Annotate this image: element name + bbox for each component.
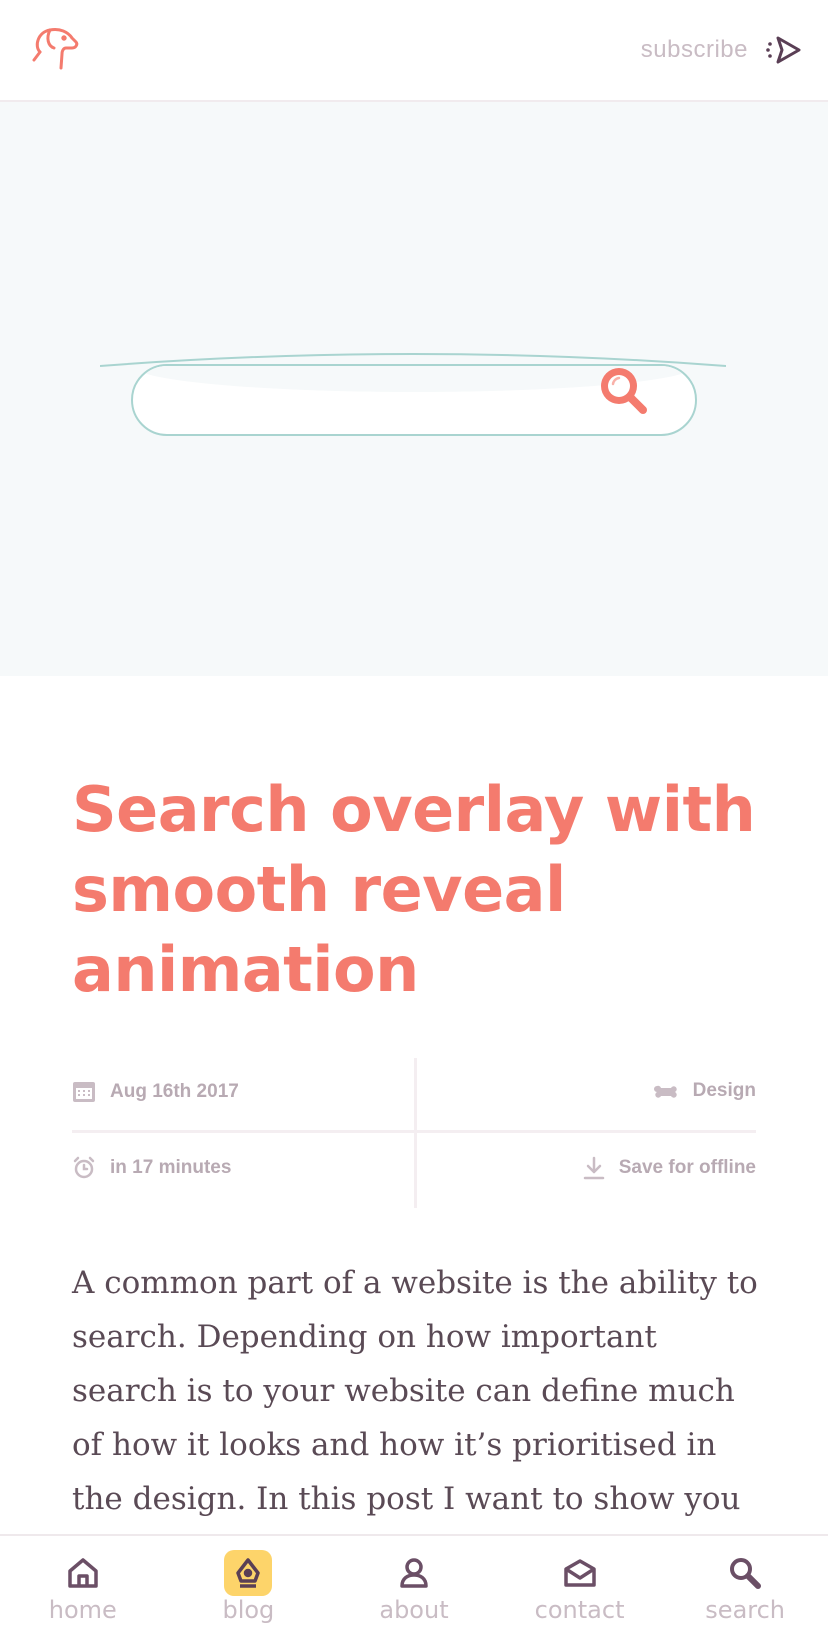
nav-item-blog[interactable]: blog	[166, 1536, 332, 1636]
nav-icon-container	[390, 1550, 438, 1596]
publish-date: Aug 16th 2017	[72, 1080, 239, 1104]
alarm-clock-icon	[73, 1156, 95, 1179]
read-time-text: in 17 minutes	[110, 1157, 232, 1178]
bone-icon	[653, 1085, 677, 1098]
send-icon	[766, 36, 801, 64]
nav-item-home[interactable]: home	[0, 1536, 166, 1636]
category-text: Design	[692, 1080, 756, 1101]
nav-label-contact: contact	[534, 1596, 625, 1624]
nav-item-about[interactable]: about	[331, 1536, 497, 1636]
nav-label-blog: blog	[222, 1596, 275, 1624]
save-offline-button[interactable]: Save for offline	[583, 1156, 756, 1180]
calendar-icon	[73, 1082, 95, 1102]
download-icon	[583, 1156, 604, 1180]
article-title: Search overlay with smooth reveal animat…	[72, 773, 756, 1006]
save-offline-text: Save for offline	[618, 1157, 756, 1178]
nav-icon-container	[721, 1550, 769, 1596]
hero-search-banner	[0, 102, 828, 676]
nav-label-home: home	[48, 1596, 117, 1624]
subscribe-button[interactable]: subscribe	[641, 30, 802, 70]
nav-label-search: search	[705, 1596, 786, 1624]
mail-icon	[563, 1559, 596, 1587]
bottom-nav: home blog about contact search	[0, 1534, 828, 1636]
pen-nib-icon	[236, 1558, 261, 1588]
nav-item-search[interactable]: search	[662, 1536, 828, 1636]
subscribe-label: subscribe	[640, 36, 748, 63]
nav-item-contact[interactable]: contact	[497, 1536, 663, 1636]
nav-label-about: about	[379, 1596, 449, 1624]
meta-divider-vertical	[414, 1058, 417, 1208]
person-icon	[400, 1558, 428, 1588]
publish-date-text: Aug 16th 2017	[110, 1081, 239, 1102]
search-icon[interactable]	[597, 364, 651, 418]
search-icon	[730, 1558, 762, 1589]
category-link[interactable]: Design	[653, 1080, 756, 1102]
meta-divider-horizontal	[72, 1130, 756, 1133]
read-time: in 17 minutes	[72, 1156, 231, 1180]
article-meta: Aug 16th 2017 Design in 17 minutes Save …	[72, 1058, 756, 1208]
nav-icon-container-active	[224, 1550, 273, 1596]
home-icon	[68, 1558, 98, 1588]
top-header: subscribe	[0, 0, 828, 102]
nav-icon-container	[59, 1550, 107, 1596]
nav-icon-container	[556, 1550, 604, 1596]
article-body: A common part of a website is the abilit…	[72, 1265, 758, 1571]
dog-head-icon[interactable]	[30, 22, 82, 74]
